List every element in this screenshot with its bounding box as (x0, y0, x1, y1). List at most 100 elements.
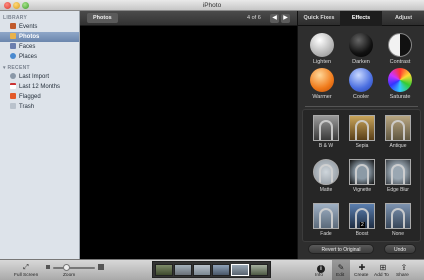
effect-edge-blur-label: Edge Blur (387, 187, 409, 193)
warmer-label: Warmer (312, 94, 332, 100)
zoom-slider-knob[interactable] (62, 264, 70, 271)
filmstrip-thumbnail[interactable] (193, 264, 211, 276)
undo-button[interactable]: Undo (384, 244, 416, 254)
effect-vignette-label: Vignette (352, 187, 372, 193)
filmstrip[interactable] (152, 261, 271, 278)
close-window-button[interactable] (4, 2, 11, 9)
contrast-button[interactable] (388, 33, 412, 57)
darken-button[interactable] (349, 33, 373, 57)
warmer-button[interactable] (310, 68, 334, 92)
darken-label: Darken (352, 59, 370, 65)
bottom-toolbar: ⤢ Full Screen Zoom i Info ✎ Edit ✚ Creat… (0, 259, 424, 280)
info-button[interactable]: i (316, 263, 326, 273)
sidebar-item-trash[interactable]: Trash (0, 102, 79, 112)
filmstrip-thumbnail[interactable] (174, 264, 192, 276)
sidebar-item-last-import[interactable]: Last Import (0, 72, 79, 82)
contrast-label: Contrast (389, 59, 411, 65)
full-screen-label: Full Screen (14, 273, 39, 278)
lighten-button[interactable] (310, 33, 334, 57)
edit-tabs: Quick Fixes Effects Adjust (298, 11, 424, 26)
full-screen-icon: ⤢ (23, 264, 29, 271)
saturate-label: Saturate (389, 94, 411, 100)
previous-photo-button[interactable]: ◀ (270, 14, 279, 23)
library-heading: LIBRARY (3, 15, 28, 21)
zoom-small-icon (46, 265, 50, 269)
effect-antique-thumbnail[interactable] (385, 115, 411, 141)
info-icon: i (317, 265, 325, 273)
saturate-button[interactable] (388, 68, 412, 92)
content-toolbar: Photos 4 of 6 ◀ ▶ (80, 11, 297, 26)
share-icon: ⇪ (400, 263, 408, 272)
filmstrip-thumbnail[interactable] (212, 264, 230, 276)
sidebar-item-photos[interactable]: Photos (0, 32, 79, 42)
edit-button[interactable]: ✎ (336, 263, 346, 272)
tab-effects[interactable]: Effects (340, 11, 382, 26)
effect-fade-label: Fade (320, 231, 332, 237)
effect-boost-thumbnail[interactable]: 2 (349, 203, 375, 229)
title-bar: iPhoto (0, 0, 424, 11)
tab-adjust[interactable]: Adjust (382, 11, 424, 26)
lighten-label: Lighten (312, 59, 332, 65)
share-label: Share (396, 273, 409, 278)
zoom-large-icon (98, 264, 104, 270)
places-icon (10, 53, 16, 59)
sidebar-item-events[interactable]: Events (0, 22, 79, 32)
calendar-icon (10, 83, 16, 89)
recent-heading: ▾ RECENT (3, 65, 30, 71)
photo-count: 4 of 6 (247, 15, 261, 21)
filmstrip-thumbnail[interactable] (250, 264, 268, 276)
zoom-window-button[interactable] (22, 2, 29, 9)
filmstrip-thumbnail-selected[interactable] (231, 264, 249, 276)
add-to-icon: ⊞ (379, 263, 387, 272)
effect-vignette-thumbnail[interactable] (349, 159, 375, 185)
edit-label: Edit (336, 273, 345, 278)
faces-icon (10, 43, 16, 49)
divider (305, 106, 418, 107)
cooler-button[interactable] (349, 68, 373, 92)
info-label: Info (315, 273, 324, 278)
zoom-slider[interactable] (53, 267, 95, 269)
share-button[interactable]: ⇪ (399, 263, 409, 272)
minimize-window-button[interactable] (13, 2, 20, 9)
create-button[interactable]: ✚ (357, 263, 367, 272)
create-icon: ✚ (358, 263, 366, 272)
full-screen-button[interactable]: ⤢ (21, 263, 31, 272)
effect-antique-label: Antique (389, 143, 407, 149)
photo-viewer[interactable] (80, 26, 297, 259)
trash-icon (10, 103, 16, 109)
window-title: iPhoto (202, 2, 222, 9)
arrow-left-icon: ◀ (272, 15, 277, 21)
last-import-icon (10, 73, 16, 79)
effect-none-label: None (392, 231, 404, 237)
sidebar-item-last-12-months[interactable]: Last 12 Months (0, 82, 79, 92)
effects-grid: B & W Sepia Antique Matte Vignette Edge … (302, 109, 421, 242)
cooler-label: Cooler (352, 94, 370, 100)
sidebar-item-faces[interactable]: Faces (0, 42, 79, 52)
effect-fade-thumbnail[interactable] (313, 203, 339, 229)
flag-icon (10, 93, 16, 99)
photos-icon (10, 33, 16, 39)
add-to-button[interactable]: ⊞ (378, 263, 388, 272)
effect-sepia-label: Sepia (355, 143, 369, 149)
next-photo-button[interactable]: ▶ (281, 14, 290, 23)
effect-edge-blur-thumbnail[interactable] (385, 159, 411, 185)
filmstrip-thumbnail[interactable] (155, 264, 173, 276)
tab-quick-fixes[interactable]: Quick Fixes (298, 11, 340, 26)
events-icon (10, 23, 16, 29)
sidebar: LIBRARY Events Photos Faces Places ▾ REC… (0, 11, 80, 259)
sidebar-item-flagged[interactable]: Flagged (0, 92, 79, 102)
sidebar-item-places[interactable]: Places (0, 52, 79, 62)
effect-bw-thumbnail[interactable] (313, 115, 339, 141)
photos-breadcrumb-button[interactable]: Photos (87, 13, 118, 23)
zoom-label: Zoom (63, 273, 76, 278)
effect-sepia-thumbnail[interactable] (349, 115, 375, 141)
effect-matte-thumbnail[interactable] (313, 159, 339, 185)
create-label: Create (354, 273, 369, 278)
boost-level-badge: 2 (360, 222, 365, 228)
add-to-label: Add To (374, 273, 389, 278)
revert-to-original-button[interactable]: Revert to Original (308, 244, 374, 254)
effect-bw-label: B & W (318, 143, 334, 149)
effect-none-thumbnail[interactable] (385, 203, 411, 229)
arrow-right-icon: ▶ (283, 15, 288, 21)
effect-boost-label: Boost (355, 231, 369, 237)
